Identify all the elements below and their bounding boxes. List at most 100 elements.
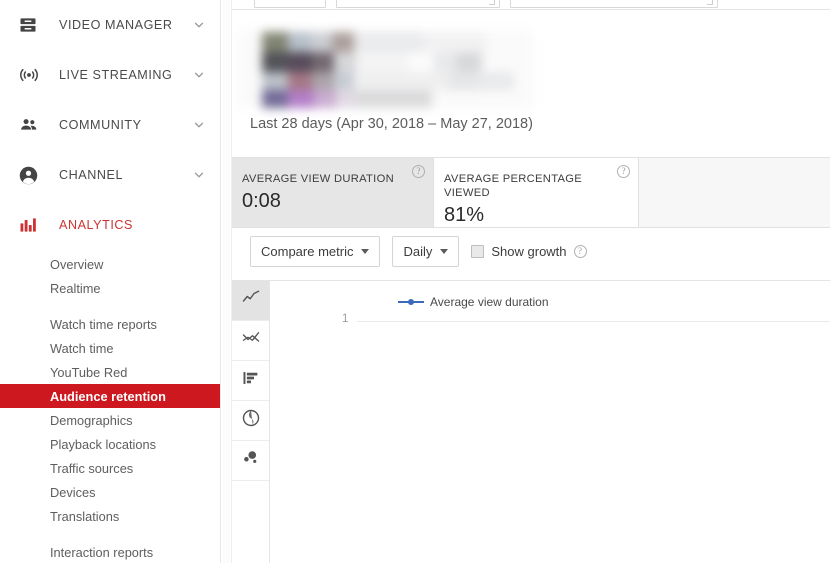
metric-card-value: 0:08	[242, 190, 281, 212]
bubble-chart-icon	[241, 448, 261, 473]
live-streaming-icon	[18, 63, 44, 87]
subnav-divider	[0, 300, 220, 312]
help-icon[interactable]: ?	[573, 245, 587, 258]
metric-card-value: 81%	[444, 204, 485, 226]
sidebar-item-label: CHANNEL	[59, 168, 124, 182]
metric-card-title: AVERAGE PERCENTAGE VIEWED	[444, 173, 583, 199]
viz-button-bubble-chart[interactable]	[232, 441, 269, 481]
sidebar: VIDEO MANAGER LIVE STREAMING COMMUNITY C…	[0, 0, 220, 563]
chart-y-axis-tick: 1	[342, 313, 349, 325]
chart-legend-item-average-view-duration[interactable]: Average view duration	[398, 295, 549, 309]
filter-input-3[interactable]	[510, 0, 718, 8]
community-icon	[18, 113, 44, 137]
viz-button-multi-line-chart[interactable]	[232, 321, 269, 361]
chevron-down-icon	[707, 0, 713, 5]
chart-plot-area[interactable]: Average view duration 1	[270, 281, 830, 563]
metric-cards: AVERAGE VIEW DURATION 0:08 ? AVERAGE PER…	[232, 157, 830, 228]
youtube-analytics-page: VIDEO MANAGER LIVE STREAMING COMMUNITY C…	[0, 0, 830, 563]
subnav-group: Watch time reports Watch time YouTube Re…	[0, 312, 220, 528]
analytics-subnav: Overview Realtime Watch time reports Wat…	[0, 250, 220, 563]
multi-line-chart-icon	[241, 329, 261, 352]
sidebar-item-traffic-sources[interactable]: Traffic sources	[0, 456, 220, 480]
metric-card-average-percentage-viewed[interactable]: AVERAGE PERCENTAGE VIEWED 81% ?	[434, 158, 639, 227]
metric-card-empty-slot	[639, 158, 830, 227]
chevron-down-icon[interactable]	[188, 64, 210, 86]
legend-label: Average view duration	[430, 295, 549, 309]
subnav-divider	[0, 528, 220, 540]
channel-icon	[18, 163, 44, 187]
sidebar-item-label: Traffic sources	[50, 460, 134, 476]
sidebar-item-video-manager[interactable]: VIDEO MANAGER	[0, 0, 220, 50]
sidebar-item-translations[interactable]: Translations	[0, 504, 220, 528]
show-growth-label: Show growth	[491, 244, 567, 259]
sidebar-item-analytics[interactable]: ANALYTICS	[0, 200, 220, 250]
sidebar-item-label: Watch time	[50, 340, 114, 356]
sidebar-item-label: YouTube Red	[50, 364, 128, 380]
sidebar-item-label: VIDEO MANAGER	[59, 18, 173, 32]
sidebar-item-label: ANALYTICS	[59, 218, 133, 232]
show-growth-checkbox[interactable]	[471, 245, 485, 258]
redacted-video-title-block	[238, 30, 534, 108]
visualization-type-rail	[232, 281, 270, 563]
chevron-down-icon[interactable]	[188, 164, 210, 186]
sidebar-item-overview[interactable]: Overview	[0, 252, 220, 276]
chart-gridline	[357, 321, 830, 322]
line-chart-icon	[241, 289, 261, 312]
sidebar-item-label: COMMUNITY	[59, 118, 142, 132]
sidebar-item-demographics[interactable]: Demographics	[0, 408, 220, 432]
sidebar-item-label: Audience retention	[50, 388, 166, 404]
sidebar-item-label: Realtime	[50, 280, 101, 296]
sidebar-item-realtime[interactable]: Realtime	[0, 276, 220, 300]
sidebar-item-label: Devices	[50, 484, 96, 500]
sidebar-item-label: Overview	[50, 256, 104, 272]
help-icon[interactable]: ?	[412, 165, 425, 178]
compare-metric-label: Compare metric	[261, 244, 354, 259]
sidebar-item-interaction-reports[interactable]: Interaction reports	[0, 540, 220, 563]
interval-select-button[interactable]: Daily	[392, 236, 460, 267]
chevron-down-icon[interactable]	[188, 114, 210, 136]
horizontal-bar-chart-icon	[241, 369, 261, 392]
sidebar-item-audience-retention[interactable]: Audience retention	[0, 384, 220, 408]
sidebar-item-label: Translations	[50, 508, 120, 524]
subnav-group: Overview Realtime	[0, 252, 220, 300]
sidebar-item-label: Demographics	[50, 412, 133, 428]
sidebar-item-live-streaming[interactable]: LIVE STREAMING	[0, 50, 220, 100]
sidebar-main-nav: VIDEO MANAGER LIVE STREAMING COMMUNITY C…	[0, 0, 220, 250]
help-icon[interactable]: ?	[617, 165, 630, 178]
geo-map-icon	[241, 408, 261, 433]
viz-button-horizontal-bar-chart[interactable]	[232, 361, 269, 401]
filter-input-1[interactable]	[254, 0, 326, 8]
sidebar-item-youtube-red[interactable]: YouTube Red	[0, 360, 220, 384]
chart-toolbar: Compare metric Daily Show growth ?	[250, 236, 587, 267]
sidebar-item-watch-time-reports[interactable]: Watch time reports	[0, 312, 220, 336]
sidebar-item-label: LIVE STREAMING	[59, 68, 173, 82]
chevron-down-icon[interactable]	[188, 14, 210, 36]
filter-input-2[interactable]	[336, 0, 500, 8]
filter-bar	[232, 0, 830, 10]
sidebar-item-label: Playback locations	[50, 436, 156, 452]
sidebar-item-devices[interactable]: Devices	[0, 480, 220, 504]
date-range-label: Last 28 days (Apr 30, 2018 – May 27, 201…	[250, 116, 533, 132]
viz-button-geo-map[interactable]	[232, 401, 269, 441]
subnav-group: Interaction reports	[0, 540, 220, 563]
compare-metric-button[interactable]: Compare metric	[250, 236, 381, 267]
sidebar-item-label: Watch time reports	[50, 316, 157, 332]
sidebar-item-community[interactable]: COMMUNITY	[0, 100, 220, 150]
viz-button-line-chart[interactable]	[232, 281, 269, 321]
interval-label: Daily	[403, 244, 433, 259]
metric-card-average-view-duration[interactable]: AVERAGE VIEW DURATION 0:08 ?	[232, 158, 434, 227]
video-manager-icon	[18, 13, 44, 37]
sidebar-scrollbar[interactable]	[220, 0, 232, 563]
sidebar-item-label: Interaction reports	[50, 544, 154, 560]
sidebar-item-watch-time[interactable]: Watch time	[0, 336, 220, 360]
scrollbar-thumb[interactable]	[223, 0, 230, 563]
chart-section: Average view duration 1	[232, 280, 830, 563]
sidebar-item-playback-locations[interactable]: Playback locations	[0, 432, 220, 456]
main-content: Last 28 days (Apr 30, 2018 – May 27, 201…	[232, 0, 830, 563]
chevron-down-icon	[361, 249, 370, 254]
analytics-bar-chart-icon	[18, 213, 44, 237]
chevron-down-icon	[489, 0, 495, 5]
sidebar-item-channel[interactable]: CHANNEL	[0, 150, 220, 200]
show-growth-toggle[interactable]: Show growth ?	[471, 244, 587, 259]
metric-card-title: AVERAGE VIEW DURATION	[242, 173, 394, 185]
